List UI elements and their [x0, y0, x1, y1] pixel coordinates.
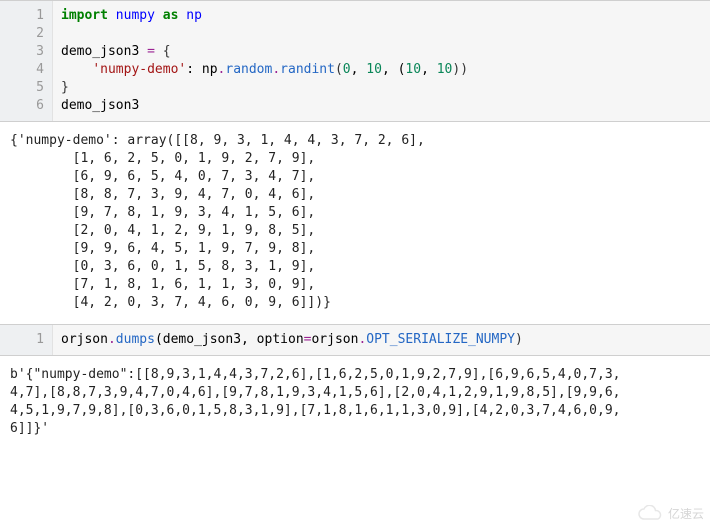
output-cell-2: b'{"numpy-demo":[[8,9,3,1,4,4,3,7,2,6],[… [0, 356, 710, 450]
line-number-gutter: 1 [0, 325, 53, 355]
watermark-text: 亿速云 [668, 505, 704, 523]
code-area[interactable]: import numpy as np demo_json3 = { 'numpy… [53, 1, 476, 121]
code-line-2 [61, 26, 69, 41]
line-number: 4 [0, 61, 44, 79]
code-cell-1: 1 2 3 4 5 6 import numpy as np demo_json… [0, 0, 710, 122]
output-cell-1: {'numpy-demo': array([[8, 9, 3, 1, 4, 4,… [0, 122, 710, 324]
line-number: 2 [0, 25, 44, 43]
line-number: 1 [0, 331, 44, 349]
code-line-4: 'numpy-demo': np.random.randint(0, 10, (… [61, 62, 468, 77]
code-line-1: import numpy as np [61, 8, 202, 23]
line-number-gutter: 1 2 3 4 5 6 [0, 1, 53, 121]
code-cell-2: 1 orjson.dumps(demo_json3, option=orjson… [0, 324, 710, 356]
line-number: 6 [0, 97, 44, 115]
code-line-6: demo_json3 [61, 98, 139, 113]
watermark: 亿速云 [636, 505, 704, 523]
code-area[interactable]: orjson.dumps(demo_json3, option=orjson.O… [53, 325, 531, 355]
cloud-icon [636, 505, 664, 523]
line-number: 5 [0, 79, 44, 97]
line-number: 1 [0, 7, 44, 25]
line-number: 3 [0, 43, 44, 61]
code-line-1: orjson.dumps(demo_json3, option=orjson.O… [61, 332, 523, 347]
code-line-5: } [61, 80, 69, 95]
code-line-3: demo_json3 = { [61, 44, 171, 59]
